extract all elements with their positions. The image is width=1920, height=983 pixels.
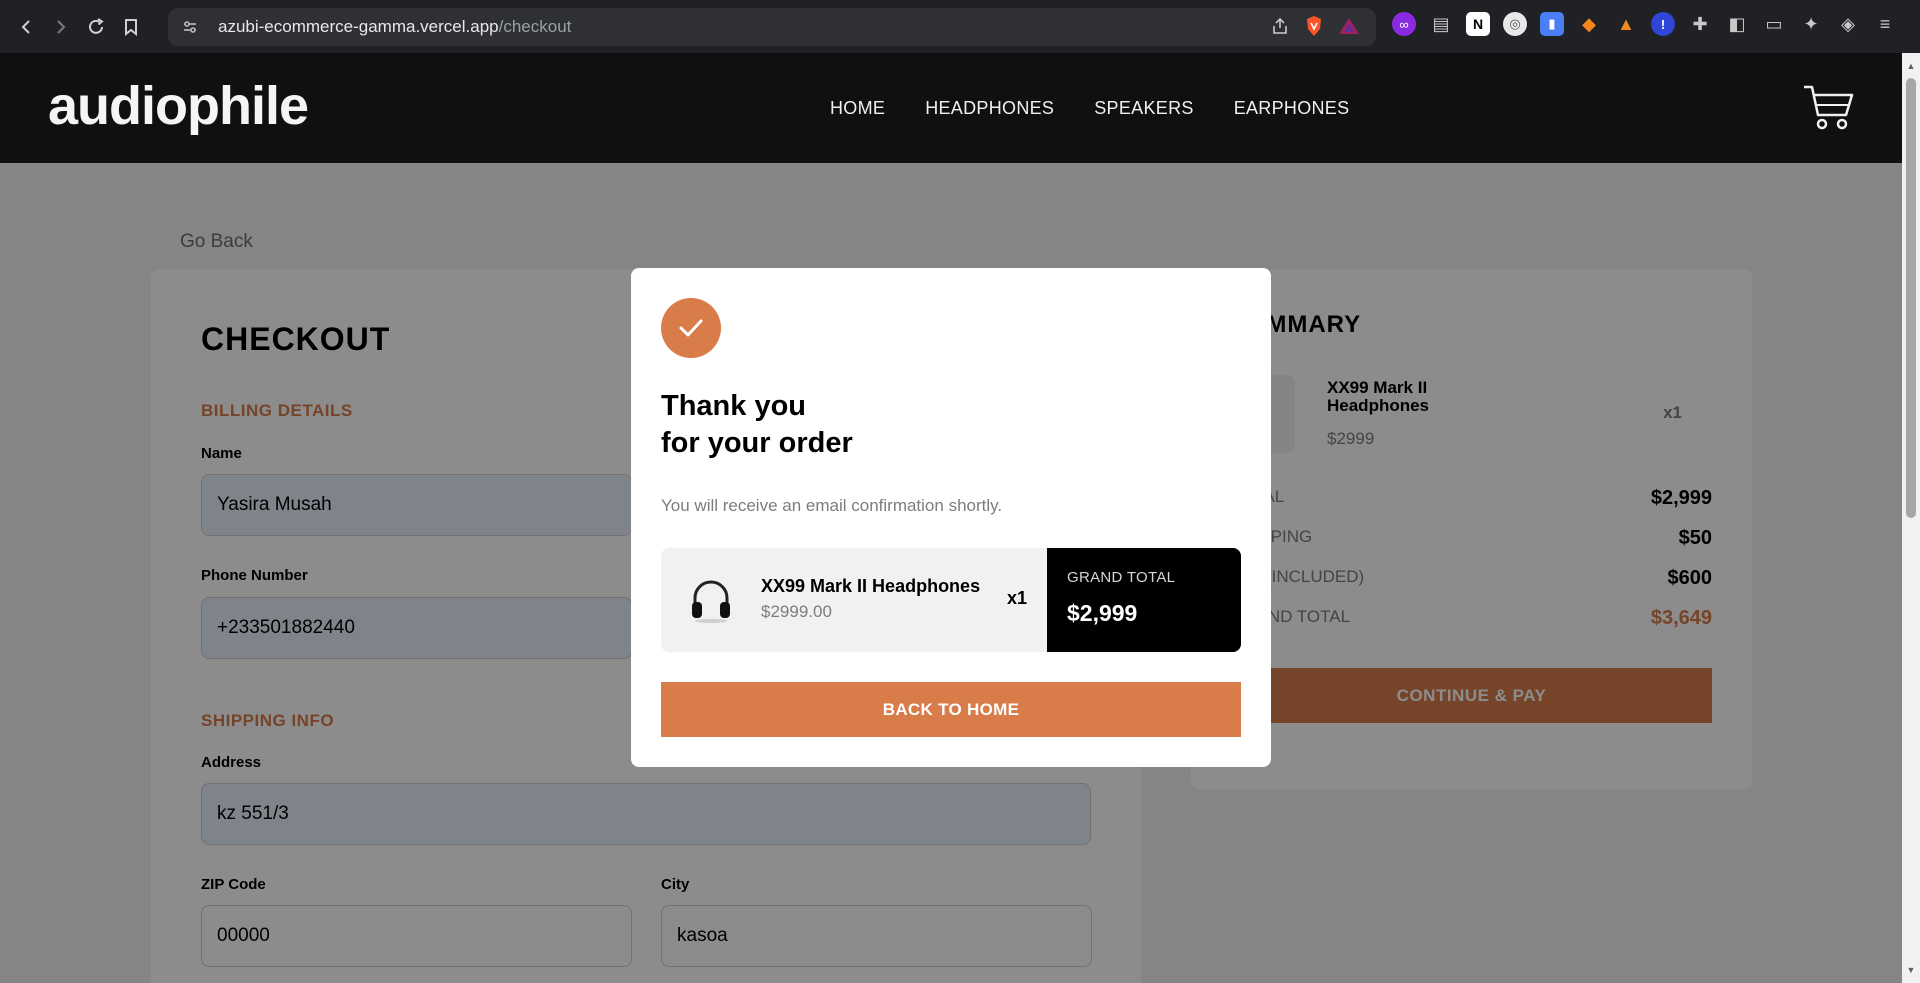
- sidebar-icon[interactable]: ◧: [1725, 12, 1749, 36]
- order-item-name: XX99 Mark II Headphones: [761, 576, 981, 596]
- grand-total-panel: GRAND TOTAL $2,999: [1047, 548, 1241, 652]
- extension-doc-icon[interactable]: ▮: [1540, 12, 1564, 36]
- menu-icon[interactable]: ≡: [1873, 12, 1897, 36]
- metamask-icon[interactable]: ◆: [1577, 12, 1601, 36]
- order-summary-box: XX99 Mark II Headphones $2999.00 x1 GRAN…: [661, 548, 1241, 652]
- extension-info-icon[interactable]: !: [1651, 12, 1675, 36]
- url-host: azubi-ecommerce-gamma.vercel.app: [218, 17, 499, 36]
- scroll-up-arrow-icon[interactable]: ▲: [1906, 61, 1916, 71]
- notion-icon[interactable]: N: [1466, 12, 1490, 36]
- modal-title-line2: for your order: [661, 427, 853, 459]
- order-confirmation-modal: Thank you for your order You will receiv…: [631, 268, 1271, 767]
- order-item: XX99 Mark II Headphones $2999.00 x1: [661, 548, 1047, 652]
- extension-purple-icon[interactable]: ∞: [1392, 12, 1416, 36]
- share-icon[interactable]: [1270, 16, 1290, 41]
- order-item-price: $2999.00: [761, 602, 832, 621]
- page-scrollbar[interactable]: ▲ ▼: [1902, 53, 1920, 983]
- modal-title: Thank you for your order: [661, 388, 853, 462]
- url-path: /checkout: [498, 17, 572, 36]
- check-icon: [661, 298, 721, 358]
- grand-total-value: $2,999: [1067, 600, 1138, 626]
- scroll-thumb[interactable]: [1906, 78, 1916, 518]
- wallet-icon[interactable]: ▭: [1762, 12, 1786, 36]
- browser-toolbar: azubi-ecommerce-gamma.vercel.app/checkou…: [0, 0, 1920, 53]
- grand-total-label: GRAND TOTAL: [1067, 569, 1176, 586]
- url-text: azubi-ecommerce-gamma.vercel.app/checkou…: [218, 17, 571, 37]
- extensions-puzzle-icon[interactable]: ✚: [1688, 12, 1712, 36]
- back-arrow-icon[interactable]: [10, 11, 42, 43]
- scroll-down-arrow-icon[interactable]: ▼: [1906, 965, 1916, 975]
- back-to-home-button[interactable]: BACK TO HOME: [661, 682, 1241, 737]
- address-bar[interactable]: azubi-ecommerce-gamma.vercel.app/checkou…: [168, 8, 1376, 46]
- extension-circle-icon[interactable]: ◎: [1503, 12, 1527, 36]
- reload-icon[interactable]: [80, 11, 112, 43]
- leo-ai-icon[interactable]: ✦: [1799, 12, 1823, 36]
- site-settings-icon[interactable]: [180, 17, 200, 37]
- headphones-icon: [689, 576, 733, 624]
- order-item-qty: x1: [1006, 588, 1027, 608]
- vpn-icon[interactable]: ◈: [1836, 12, 1860, 36]
- bookmark-icon[interactable]: [115, 11, 147, 43]
- brave-rewards-icon[interactable]: [1338, 16, 1360, 41]
- forward-arrow-icon[interactable]: [45, 11, 77, 43]
- extension-flame-icon[interactable]: ▲: [1614, 12, 1638, 36]
- modal-title-line1: Thank you: [661, 390, 807, 422]
- header-overlay: [0, 53, 1902, 163]
- confirmation-text: You will receive an email confirmation s…: [661, 496, 1003, 515]
- brave-shield-icon[interactable]: [1304, 15, 1324, 42]
- extension-stack-icon[interactable]: ▤: [1429, 12, 1453, 36]
